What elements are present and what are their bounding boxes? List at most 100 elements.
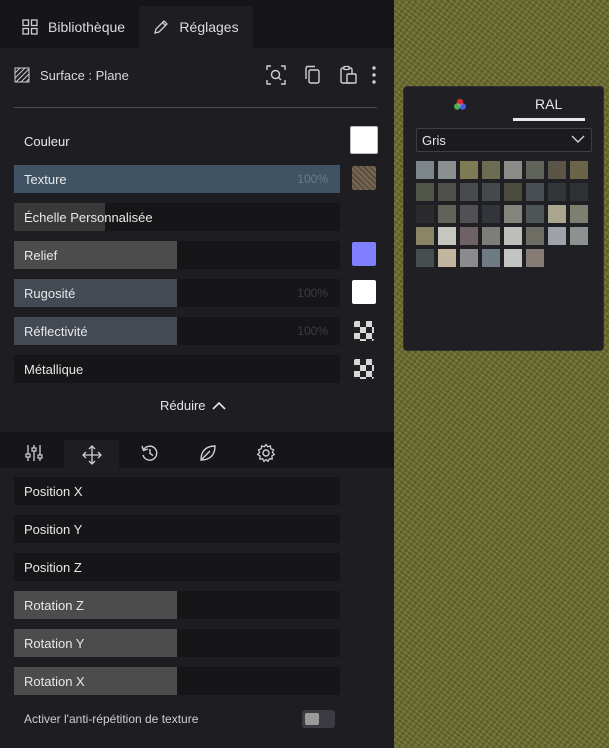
ral-color-swatch[interactable] <box>526 183 544 201</box>
transform-label: Rotation X <box>24 674 85 689</box>
paste-icon[interactable] <box>338 65 358 85</box>
property-slider[interactable]: Texture 100% <box>14 165 340 193</box>
tab-ral[interactable]: RAL <box>535 96 562 112</box>
property-value: 100% <box>297 324 328 338</box>
property-slider[interactable]: Rugosité 100% <box>14 279 340 307</box>
transform-slider[interactable]: Rotation Z <box>14 591 340 619</box>
ral-color-swatch[interactable] <box>526 205 544 223</box>
tab-transform[interactable] <box>80 441 104 469</box>
history-icon <box>141 445 158 461</box>
toggle-knob <box>305 713 319 725</box>
property-slider[interactable]: Réflectivité 100% <box>14 317 340 345</box>
color-swatch[interactable] <box>350 126 378 154</box>
property-value: 100% <box>297 172 328 186</box>
ral-color-swatch[interactable] <box>482 183 500 201</box>
property-label: Couleur <box>24 134 70 149</box>
transform-label: Rotation Y <box>24 636 85 651</box>
property-label: Relief <box>24 248 58 263</box>
collapse-button[interactable]: Réduire <box>160 398 226 413</box>
ral-color-swatch[interactable] <box>570 161 588 179</box>
ral-color-swatch[interactable] <box>460 183 478 201</box>
ral-tab-underline <box>513 118 585 121</box>
transform-slider[interactable]: Rotation X <box>14 667 340 695</box>
ral-color-swatch[interactable] <box>526 161 544 179</box>
leaf-icon <box>200 445 216 461</box>
divider <box>14 107 377 108</box>
ral-color-swatch[interactable] <box>460 161 478 179</box>
ral-color-swatch[interactable] <box>504 205 522 223</box>
property-slider[interactable]: Échelle Personnalisée <box>14 203 340 231</box>
property-slider[interactable]: Relief <box>14 241 340 269</box>
transform-slider[interactable]: Position Z <box>14 553 340 581</box>
ral-color-swatch[interactable] <box>438 227 456 245</box>
ral-color-swatch[interactable] <box>526 249 544 267</box>
ral-color-swatch[interactable] <box>482 227 500 245</box>
ral-color-swatch[interactable] <box>438 249 456 267</box>
anti-repeat-toggle[interactable] <box>302 710 335 728</box>
anti-repeat-label: Activer l'anti-répétition de texture <box>24 712 199 726</box>
tab-eco[interactable] <box>196 441 220 465</box>
ral-category-select[interactable]: Gris <box>416 128 592 152</box>
property-label: Échelle Personnalisée <box>24 210 153 225</box>
focus-search-icon[interactable] <box>266 65 286 85</box>
ral-color-swatch[interactable] <box>438 161 456 179</box>
transform-slider[interactable]: Position Y <box>14 515 340 543</box>
property-slider[interactable]: Couleur <box>14 127 340 155</box>
ral-color-swatch[interactable] <box>526 227 544 245</box>
ral-color-swatch[interactable] <box>504 249 522 267</box>
map-checker-swatch[interactable] <box>354 321 374 341</box>
top-tabs: Bibliothèque Réglages <box>0 0 394 48</box>
tab-history[interactable] <box>138 441 162 465</box>
rgb-color-icon[interactable] <box>452 97 468 113</box>
transform-slider[interactable]: Position X <box>14 477 340 505</box>
ral-color-swatch[interactable] <box>570 205 588 223</box>
ral-color-popup: RAL Gris <box>404 87 603 350</box>
ral-color-swatch[interactable] <box>570 227 588 245</box>
property-label: Texture <box>24 172 67 187</box>
ral-color-swatch[interactable] <box>504 227 522 245</box>
grid-icon <box>22 19 38 35</box>
property-slider[interactable]: Métallique <box>14 355 340 383</box>
map-checker-swatch[interactable] <box>354 359 374 379</box>
ral-color-swatch[interactable] <box>548 183 566 201</box>
ral-color-swatch[interactable] <box>438 183 456 201</box>
surface-header: Surface : Plane <box>14 58 380 92</box>
ral-color-swatch[interactable] <box>460 227 478 245</box>
tab-settings[interactable]: Réglages <box>139 6 253 48</box>
ral-color-swatch[interactable] <box>416 249 434 267</box>
tab-adjustments[interactable] <box>22 441 46 465</box>
tab-library-label: Bibliothèque <box>48 19 126 35</box>
color-swatch[interactable] <box>352 242 376 266</box>
transform-slider[interactable]: Rotation Y <box>14 629 340 657</box>
ral-color-swatch[interactable] <box>504 161 522 179</box>
ral-color-swatch[interactable] <box>548 227 566 245</box>
sliders-icon <box>25 445 43 461</box>
ral-color-swatch[interactable] <box>482 161 500 179</box>
ral-color-swatch[interactable] <box>548 205 566 223</box>
tab-library[interactable]: Bibliothèque <box>22 6 125 48</box>
move-arrows-icon <box>82 445 102 465</box>
ral-color-swatch[interactable] <box>438 205 456 223</box>
surface-label: Surface : Plane <box>40 67 129 83</box>
tab-settings-gear[interactable] <box>254 441 278 465</box>
more-options-icon[interactable] <box>364 65 384 85</box>
ral-color-swatch[interactable] <box>416 227 434 245</box>
ral-color-swatch[interactable] <box>460 205 478 223</box>
ral-color-swatch[interactable] <box>504 183 522 201</box>
ral-color-swatch[interactable] <box>416 183 434 201</box>
ral-color-swatch[interactable] <box>416 205 434 223</box>
ral-color-swatch[interactable] <box>570 183 588 201</box>
ral-color-swatch[interactable] <box>482 249 500 267</box>
texture-thumbnail[interactable] <box>352 166 376 190</box>
copy-icon[interactable] <box>303 65 323 85</box>
transform-label: Position X <box>24 484 83 499</box>
settings-panel: Bibliothèque Réglages Surface : Plane Co… <box>0 0 394 748</box>
transform-label: Position Y <box>24 522 83 537</box>
color-swatch[interactable] <box>352 280 376 304</box>
ral-color-swatch[interactable] <box>548 161 566 179</box>
ral-color-swatch[interactable] <box>482 205 500 223</box>
pencil-icon <box>154 20 169 34</box>
ral-color-swatch[interactable] <box>416 161 434 179</box>
ral-color-swatch[interactable] <box>460 249 478 267</box>
gear-icon <box>256 443 276 463</box>
